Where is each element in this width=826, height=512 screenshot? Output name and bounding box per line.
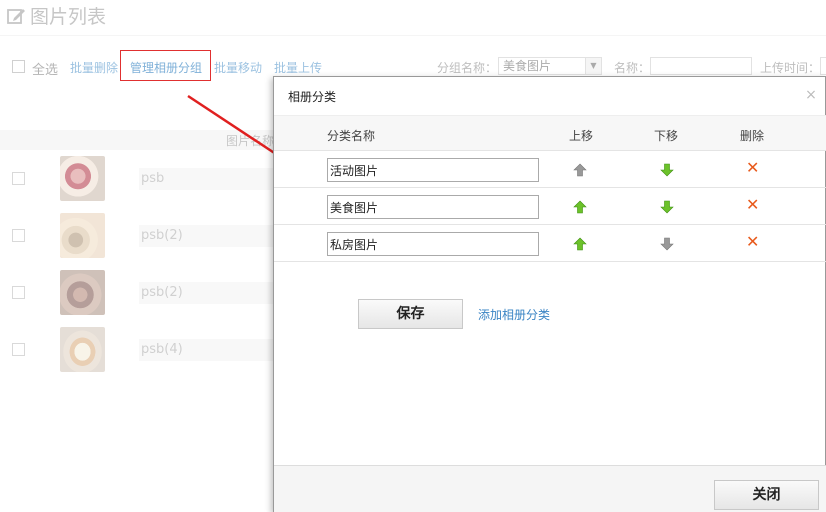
arrow-up-icon[interactable] [573,163,587,177]
delete-icon[interactable]: ✕ [746,160,759,176]
image-name-field[interactable]: psb(2) [139,282,279,304]
title-divider [0,35,826,36]
delete-icon[interactable]: ✕ [746,234,759,250]
edit-icon [7,8,25,24]
page-title-text: 图片列表 [30,6,107,28]
name-search-input[interactable] [650,57,752,75]
album-category-dialog: 相册分类 × 分类名称 上移 下移 删除 ✕ ✕ [273,76,826,512]
category-row: ✕ [274,151,826,188]
image-thumbnail[interactable] [60,156,105,201]
image-thumbnail[interactable] [60,270,105,315]
save-button[interactable]: 保存 [358,299,463,329]
category-name-input[interactable] [327,158,539,182]
category-row: ✕ [274,225,826,262]
table-row: psb(2) [12,270,282,316]
row-checkbox[interactable] [12,229,25,242]
image-thumbnail[interactable] [60,327,105,372]
group-name-label: 分组名称： [437,61,498,75]
image-name-field[interactable]: psb(4) [139,339,279,361]
select-all-label: 全选 [32,63,59,78]
upload-time-label: 上传时间： [760,61,821,75]
name-label: 名称： [614,61,651,75]
select-all-checkbox[interactable] [12,60,25,73]
arrow-down-icon[interactable] [660,237,674,251]
annotation-highlight-box [120,50,211,81]
batch-delete-link[interactable]: 批量删除 [70,59,118,76]
table-row: psb(4) [12,327,282,373]
image-name-field[interactable]: psb(2) [139,225,279,247]
row-checkbox[interactable] [12,286,25,299]
batch-move-link[interactable]: 批量移动 [214,59,262,76]
row-checkbox[interactable] [12,172,25,185]
image-thumbnail[interactable] [60,213,105,258]
chevron-down-icon: ▼ [585,58,601,74]
category-row: ✕ [274,188,826,225]
column-category-name: 分类名称 [327,129,376,143]
delete-icon[interactable]: ✕ [746,197,759,213]
close-icon[interactable]: × [805,88,817,102]
arrow-down-icon[interactable] [660,200,674,214]
arrow-up-icon[interactable] [573,237,587,251]
batch-upload-link[interactable]: 批量上传 [274,59,322,76]
group-select[interactable]: 美食图片 ▼ [498,57,602,75]
category-name-input[interactable] [327,195,539,219]
category-name-input[interactable] [327,232,539,256]
column-move-up: 上移 [569,129,594,143]
arrow-down-icon[interactable] [660,163,674,177]
close-button[interactable]: 关闭 [714,480,819,510]
add-category-link[interactable]: 添加相册分类 [478,306,550,323]
dialog-title: 相册分类 [288,90,337,104]
category-table-header: 分类名称 上移 下移 删除 [274,115,826,151]
arrow-up-icon[interactable] [573,200,587,214]
dialog-footer: 关闭 [274,465,826,512]
page-title: 图片列表 [6,2,106,29]
upload-time-input[interactable] [820,57,826,75]
row-checkbox[interactable] [12,343,25,356]
group-select-value: 美食图片 [503,59,552,73]
table-row: psb(2) [12,213,282,259]
column-move-down: 下移 [654,129,679,143]
column-delete: 删除 [740,129,765,143]
